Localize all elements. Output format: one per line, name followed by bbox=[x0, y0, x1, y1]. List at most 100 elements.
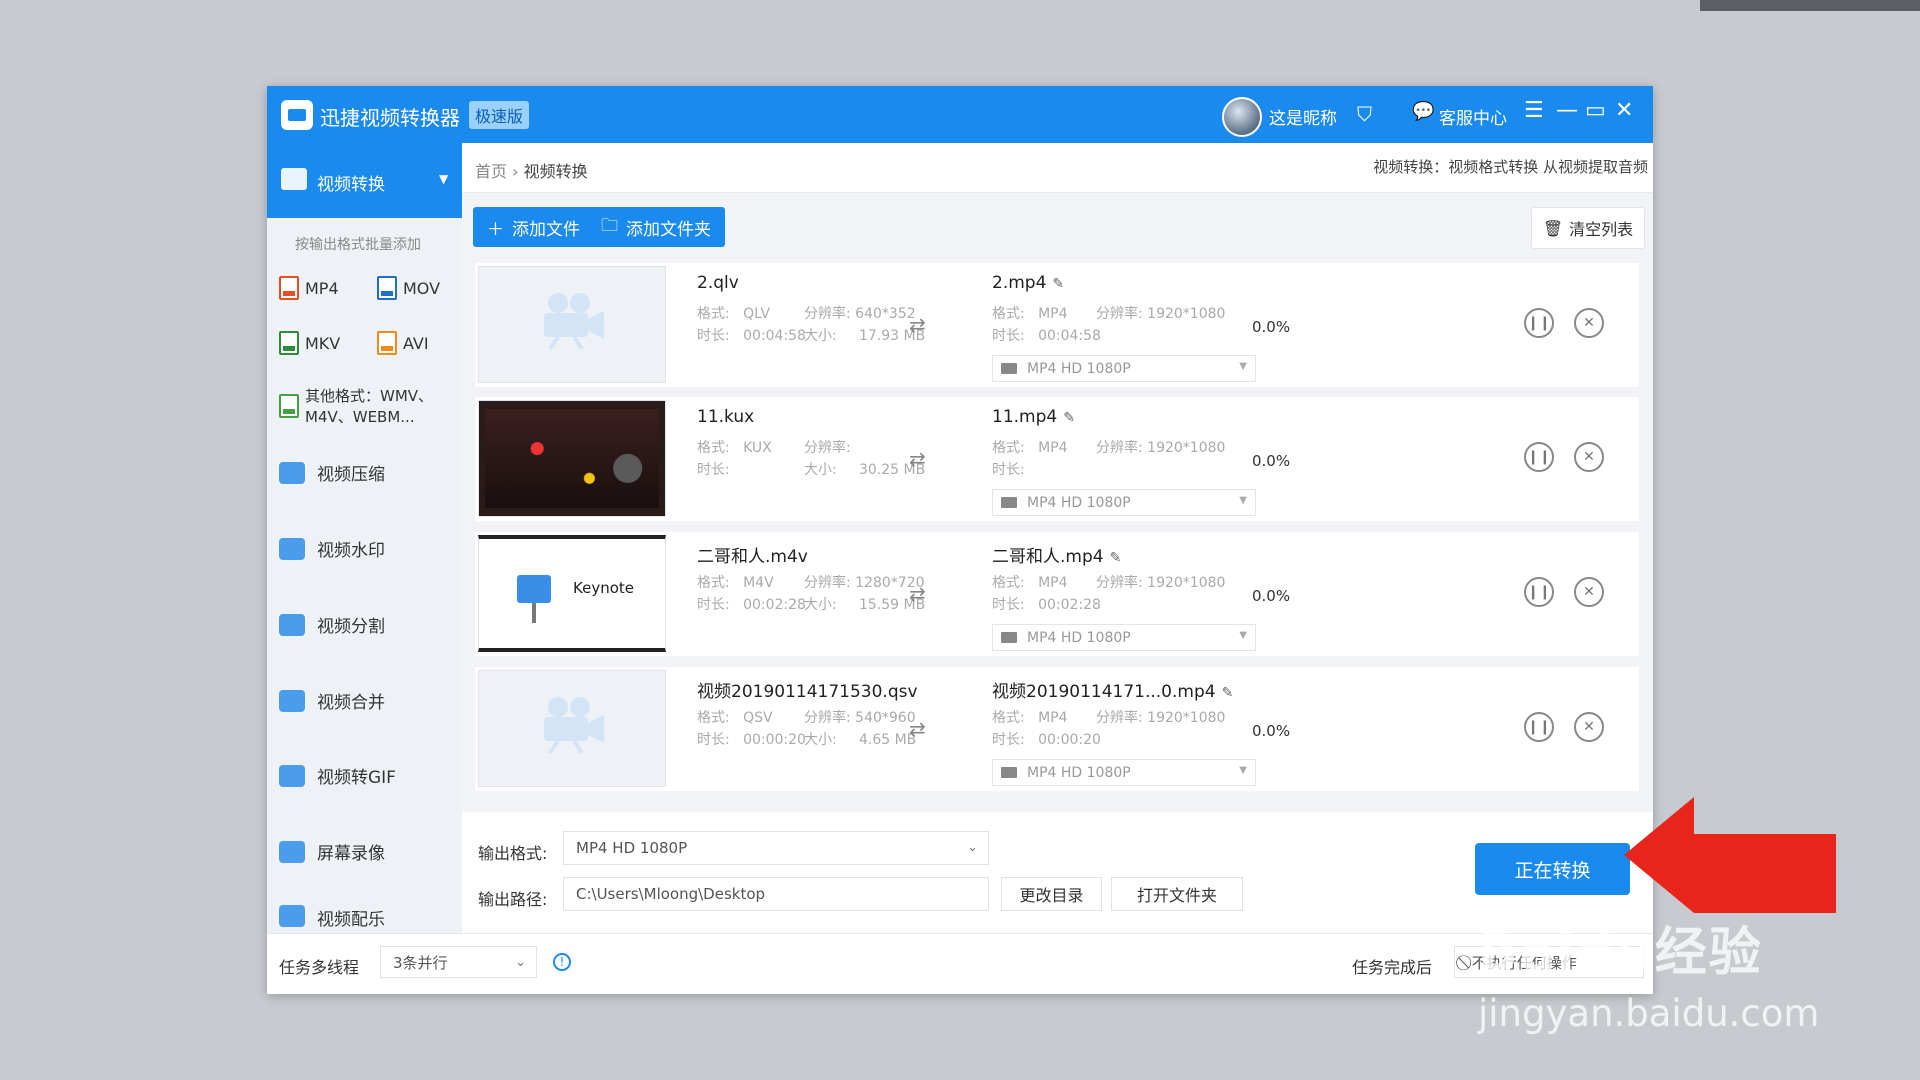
out-resolution-meta: 分辨率: 1920*1080 bbox=[1096, 303, 1225, 323]
customer-service-link[interactable]: 客服中心 bbox=[1439, 104, 1507, 129]
add-folder-button[interactable]: 🗀 添加文件夹 bbox=[587, 207, 725, 247]
pencil-icon[interactable]: ✎ bbox=[1063, 410, 1075, 426]
meta-label: 分辨率: bbox=[1096, 575, 1143, 591]
format-label: MP4 bbox=[305, 278, 339, 298]
meta-label: 分辨率: bbox=[1096, 440, 1143, 456]
compress-icon bbox=[279, 461, 305, 484]
progress-percent: 0.0% bbox=[1252, 318, 1291, 336]
threads-select[interactable]: 3条并行 ⌄ bbox=[380, 946, 537, 978]
clear-list-button[interactable]: 🗑 清空列表 bbox=[1531, 207, 1645, 249]
pause-button[interactable]: ❙❙ bbox=[1524, 577, 1554, 607]
app-logo-icon bbox=[281, 100, 313, 130]
add-file-label: 添加文件 bbox=[512, 219, 580, 240]
sidebar-item-split[interactable]: 视频分割 bbox=[267, 602, 462, 647]
pencil-icon[interactable]: ✎ bbox=[1222, 685, 1234, 701]
chat-icon[interactable]: 💬 bbox=[1412, 101, 1434, 122]
file-row[interactable]: 11.kux 格式: KUX 分辨率: 时长: 大小: 30.25 MB ⇄ 1… bbox=[475, 397, 1639, 521]
vip-shield-icon[interactable]: ⛉ bbox=[1357, 102, 1379, 126]
output-file-name[interactable]: 二哥和人.mp4 ✎ bbox=[992, 542, 1121, 567]
format-meta: 格式: QSV bbox=[697, 707, 773, 727]
video-icon bbox=[1001, 767, 1017, 778]
duration-value: 00:04:58 bbox=[1038, 328, 1101, 344]
avatar[interactable] bbox=[1222, 97, 1262, 137]
sidebar-item-gif[interactable]: 视频转GIF bbox=[267, 753, 462, 798]
preset-value: MP4 HD 1080P bbox=[1027, 629, 1131, 646]
output-preset-select[interactable]: MP4 HD 1080P ▼ bbox=[992, 624, 1256, 651]
trash-icon: 🗑 bbox=[1542, 218, 1564, 238]
format-value: QLV bbox=[743, 306, 770, 322]
open-folder-button[interactable]: 打开文件夹 bbox=[1111, 877, 1243, 911]
meta-label: 分辨率: bbox=[1096, 306, 1143, 322]
format-mov-button[interactable]: MOV bbox=[377, 276, 440, 300]
pencil-icon[interactable]: ✎ bbox=[1110, 550, 1122, 566]
remove-button[interactable]: ✕ bbox=[1574, 712, 1604, 742]
file-row[interactable]: 视频20190114171530.qsv 格式: QSV 分辨率: 540*96… bbox=[475, 667, 1639, 791]
output-preset-select[interactable]: MP4 HD 1080P ▼ bbox=[992, 355, 1256, 382]
maximize-icon[interactable]: ▭ bbox=[1585, 98, 1606, 123]
minimize-icon[interactable]: — bbox=[1556, 98, 1578, 123]
output-file-name[interactable]: 视频20190114171...0.mp4 ✎ bbox=[992, 677, 1233, 702]
format-avi-button[interactable]: AVI bbox=[377, 331, 429, 355]
output-preset-select[interactable]: MP4 HD 1080P ▼ bbox=[992, 759, 1256, 786]
format-value: MP4 bbox=[1038, 710, 1068, 726]
chevron-down-icon: ⌄ bbox=[515, 955, 526, 970]
split-icon bbox=[279, 613, 305, 636]
preset-value: MP4 HD 1080P bbox=[1027, 360, 1131, 377]
pencil-icon[interactable]: ✎ bbox=[1052, 276, 1064, 292]
output-name-text: 11.mp4 bbox=[992, 407, 1058, 427]
meta-label: 大小: bbox=[804, 462, 837, 478]
remove-button[interactable]: ✕ bbox=[1574, 442, 1604, 472]
resolution-value: 640*352 bbox=[855, 306, 916, 322]
sidebar-item-compress[interactable]: 视频压缩 bbox=[267, 450, 462, 495]
sidebar-item-video-convert[interactable]: 视频转换 ▼ bbox=[267, 143, 462, 218]
sidebar-item-label: 屏幕录像 bbox=[317, 844, 385, 864]
sidebar-item-music[interactable]: 视频配乐 bbox=[267, 905, 462, 933]
breadcrumb: 首页 › 视频转换 bbox=[475, 162, 588, 181]
meta-label: 时长: bbox=[697, 462, 730, 478]
duration-meta: 时长: bbox=[697, 459, 743, 479]
output-file-name[interactable]: 11.mp4 ✎ bbox=[992, 407, 1075, 427]
other-formats-button[interactable]: 其他格式：WMV、M4V、WEBM... bbox=[279, 386, 459, 446]
feature-hint: 视频转换：视频格式转换 从视频提取音频 bbox=[1373, 158, 1648, 176]
meta-label: 分辨率: bbox=[1096, 710, 1143, 726]
progress-percent: 0.0% bbox=[1252, 452, 1291, 470]
info-icon[interactable]: ! bbox=[553, 953, 571, 971]
sidebar-item-watermark[interactable]: 视频水印 bbox=[267, 526, 462, 571]
sidebar-item-label: 视频分割 bbox=[317, 617, 385, 637]
output-file-name[interactable]: 2.mp4 ✎ bbox=[992, 273, 1064, 293]
chevron-down-icon: ▼ bbox=[439, 172, 449, 186]
mkv-file-icon bbox=[279, 331, 299, 355]
file-row[interactable]: Keynote 二哥和人.m4v 格式: M4V 分辨率: 1280*720 时… bbox=[475, 532, 1639, 656]
meta-label: 格式: bbox=[697, 440, 730, 456]
pause-button[interactable]: ❙❙ bbox=[1524, 308, 1554, 338]
pause-button[interactable]: ❙❙ bbox=[1524, 712, 1554, 742]
meta-label: 格式: bbox=[992, 306, 1025, 322]
output-path-field[interactable]: C:\Users\Mloong\Desktop bbox=[563, 877, 989, 911]
pause-button[interactable]: ❙❙ bbox=[1524, 442, 1554, 472]
remove-button[interactable]: ✕ bbox=[1574, 577, 1604, 607]
sidebar-item-merge[interactable]: 视频合并 bbox=[267, 678, 462, 723]
format-mp4-button[interactable]: MP4 bbox=[279, 276, 339, 300]
convert-button[interactable]: 正在转换 bbox=[1475, 843, 1630, 895]
output-format-select[interactable]: MP4 HD 1080P ⌄ bbox=[563, 831, 989, 865]
menu-icon[interactable]: ☰ bbox=[1524, 98, 1544, 123]
out-duration-meta: 时长: 00:04:58 bbox=[992, 325, 1101, 345]
resolution-meta: 分辨率: 640*352 bbox=[804, 303, 916, 323]
chevron-down-icon: ▼ bbox=[1239, 361, 1247, 372]
close-icon[interactable]: ✕ bbox=[1615, 98, 1633, 123]
video-convert-icon bbox=[281, 168, 307, 190]
add-file-button[interactable]: ＋ 添加文件 bbox=[473, 207, 594, 247]
output-preset-select[interactable]: MP4 HD 1080P ▼ bbox=[992, 489, 1256, 516]
user-nickname[interactable]: 这是昵称 bbox=[1269, 104, 1337, 129]
video-thumbnail bbox=[478, 400, 666, 517]
remove-button[interactable]: ✕ bbox=[1574, 308, 1604, 338]
shuffle-icon: ⇄ bbox=[909, 717, 926, 741]
meta-label: 分辨率: bbox=[804, 306, 851, 322]
file-row[interactable]: 2.qlv 格式: QLV 分辨率: 640*352 时长: 00:04:58 … bbox=[475, 263, 1639, 387]
meta-label: 时长: bbox=[697, 597, 730, 613]
breadcrumb-home[interactable]: 首页 bbox=[475, 162, 507, 181]
format-mkv-button[interactable]: MKV bbox=[279, 331, 340, 355]
sidebar-item-screen-record[interactable]: 屏幕录像 bbox=[267, 829, 462, 874]
title-bar: 迅捷视频转换器 极速版 这是昵称 ⛉ 💬 客服中心 ☰ — ▭ ✕ bbox=[267, 86, 1653, 143]
change-directory-button[interactable]: 更改目录 bbox=[1001, 877, 1102, 911]
